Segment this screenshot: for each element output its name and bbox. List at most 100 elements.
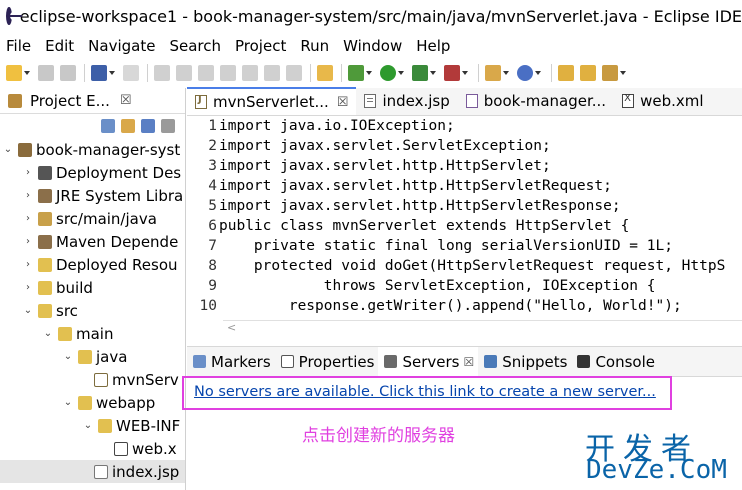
- open-task-icon[interactable]: [580, 65, 596, 81]
- library-icon: [38, 234, 52, 249]
- new-java-project-icon[interactable]: [485, 65, 501, 81]
- pencil-icon[interactable]: [602, 65, 618, 81]
- expand-arrow-icon[interactable]: ›: [22, 167, 34, 178]
- annotation-text: 点击创建新的服务器: [302, 426, 455, 446]
- menu-window[interactable]: Window: [337, 37, 410, 55]
- debug-dropdown-icon[interactable]: [366, 71, 372, 75]
- stop-server-icon[interactable]: [444, 65, 460, 81]
- properties-icon: [280, 355, 294, 368]
- collapse-all-icon[interactable]: [101, 119, 115, 133]
- step-return-icon[interactable]: [286, 65, 302, 81]
- disconnect-icon[interactable]: [220, 65, 236, 81]
- new-icon[interactable]: [6, 65, 22, 81]
- close-icon[interactable]: ☒: [337, 95, 349, 110]
- debug-icon[interactable]: [348, 65, 364, 81]
- run-dropdown-icon[interactable]: [398, 71, 404, 75]
- tab-label: index.jsp: [382, 92, 450, 110]
- tab-index-jsp[interactable]: index.jsp: [356, 87, 457, 115]
- save-icon[interactable]: [38, 65, 54, 81]
- scroll-left-icon[interactable]: <: [227, 321, 236, 334]
- new-java-project-dropdown-icon[interactable]: [503, 71, 509, 75]
- new-dropdown-icon[interactable]: [24, 71, 30, 75]
- code-line: 6 public class mvnServerlet extends HttpS…: [187, 218, 742, 238]
- expand-arrow-icon[interactable]: ›: [22, 259, 34, 270]
- tab-book-manager[interactable]: book-manager...: [458, 87, 614, 115]
- run-server-icon[interactable]: [412, 65, 428, 81]
- tab-properties[interactable]: Properties: [275, 347, 379, 377]
- tree-item-deployment-descriptor[interactable]: › Deployment Des: [0, 161, 185, 184]
- expand-arrow-icon[interactable]: ⌄: [22, 305, 34, 316]
- tree-item-mvnserverlet[interactable]: mvnServ: [0, 368, 185, 391]
- tree-item-src-main-java[interactable]: › src/main/java: [0, 207, 185, 230]
- folder-icon: [78, 395, 92, 410]
- maven-pom-icon: [465, 94, 478, 108]
- tree-item-web-inf[interactable]: ⌄ WEB-INF: [0, 414, 185, 437]
- terminate-icon[interactable]: [198, 65, 214, 81]
- tab-console[interactable]: Console: [571, 347, 659, 377]
- menu-run[interactable]: Run: [294, 37, 337, 55]
- tree-item-main[interactable]: ⌄ main: [0, 322, 185, 345]
- tab-mvnserverlet[interactable]: mvnServerlet... ☒: [187, 87, 357, 115]
- code-text: import javax.servlet.http.HttpServletReq…: [219, 178, 612, 194]
- tree-item-deployed-resources[interactable]: › Deployed Resou: [0, 253, 185, 276]
- tree-item-label: src/main/java: [56, 209, 157, 228]
- expand-arrow-icon[interactable]: ⌄: [62, 397, 74, 408]
- menu-navigate[interactable]: Navigate: [82, 37, 163, 55]
- step-over-icon[interactable]: [264, 65, 280, 81]
- expand-arrow-icon[interactable]: ⌄: [42, 328, 54, 339]
- tree-item-jre-library[interactable]: › JRE System Libra: [0, 184, 185, 207]
- tab-web-xml[interactable]: web.xml: [614, 87, 711, 115]
- expand-arrow-icon[interactable]: ›: [22, 236, 34, 247]
- expand-arrow-icon[interactable]: ›: [22, 190, 34, 201]
- expand-arrow-icon[interactable]: ⌄: [2, 144, 14, 155]
- menu-edit[interactable]: Edit: [39, 37, 82, 55]
- new-class-dropdown-icon[interactable]: [535, 71, 541, 75]
- tab-markers[interactable]: Markers: [187, 347, 275, 377]
- close-icon[interactable]: ☒: [120, 93, 132, 108]
- close-icon[interactable]: ☒: [464, 355, 475, 369]
- menu-search[interactable]: Search: [163, 37, 229, 55]
- tree-item-webapp[interactable]: ⌄ webapp: [0, 391, 185, 414]
- expand-arrow-icon[interactable]: ›: [22, 213, 34, 224]
- terminal-dropdown-icon[interactable]: [109, 71, 115, 75]
- tree-item-java[interactable]: ⌄ java: [0, 345, 185, 368]
- tree-item-project[interactable]: ⌄ book-manager-syst: [0, 138, 185, 161]
- open-perspective-icon[interactable]: [317, 65, 333, 81]
- tree-item-build[interactable]: › build: [0, 276, 185, 299]
- link-with-editor-icon[interactable]: [121, 119, 135, 133]
- filter-icon[interactable]: [141, 119, 155, 133]
- run-server-dropdown-icon[interactable]: [430, 71, 436, 75]
- pencil-dropdown-icon[interactable]: [620, 71, 626, 75]
- expand-arrow-icon[interactable]: ⌄: [82, 420, 94, 431]
- tab-servers[interactable]: Servers ☒: [378, 346, 479, 377]
- create-server-link[interactable]: No servers are available. Click this lin…: [194, 384, 656, 400]
- menu-file[interactable]: File: [0, 37, 39, 55]
- terminal-icon[interactable]: [91, 65, 107, 81]
- tab-snippets[interactable]: Snippets: [478, 347, 571, 377]
- tree-item-maven-dependencies[interactable]: › Maven Depende: [0, 230, 185, 253]
- menu-project[interactable]: Project: [229, 37, 294, 55]
- view-menu-icon[interactable]: [161, 119, 175, 133]
- tree-item-src[interactable]: ⌄ src: [0, 299, 185, 322]
- tree-item-web-xml[interactable]: web.x: [0, 437, 185, 460]
- tree-item-label: Deployment Des: [56, 163, 182, 182]
- stop-server-dropdown-icon[interactable]: [462, 71, 468, 75]
- step-into-icon[interactable]: [242, 65, 258, 81]
- open-type-icon[interactable]: [558, 65, 574, 81]
- suspend-icon[interactable]: [176, 65, 192, 81]
- code-area[interactable]: 1 import java.io.IOException; 2 import jav…: [187, 118, 742, 318]
- run-icon[interactable]: [380, 65, 396, 81]
- code-text: import javax.servlet.ServletException;: [219, 138, 551, 154]
- skip-breakpoints-icon[interactable]: [123, 65, 139, 81]
- editor-tab-bar: mvnServerlet... ☒ index.jsp book-manager…: [187, 87, 742, 116]
- save-all-icon[interactable]: [60, 65, 76, 81]
- tree-item-index-jsp[interactable]: index.jsp: [0, 460, 185, 483]
- menu-help[interactable]: Help: [410, 37, 458, 55]
- tree-item-label: webapp: [96, 393, 156, 412]
- new-class-icon[interactable]: [517, 65, 533, 81]
- project-explorer-tab[interactable]: Project E... ☒: [0, 88, 185, 114]
- expand-arrow-icon[interactable]: ⌄: [62, 351, 74, 362]
- expand-arrow-icon[interactable]: ›: [22, 282, 34, 293]
- horizontal-scrollbar[interactable]: <: [223, 320, 742, 334]
- resume-icon[interactable]: [154, 65, 170, 81]
